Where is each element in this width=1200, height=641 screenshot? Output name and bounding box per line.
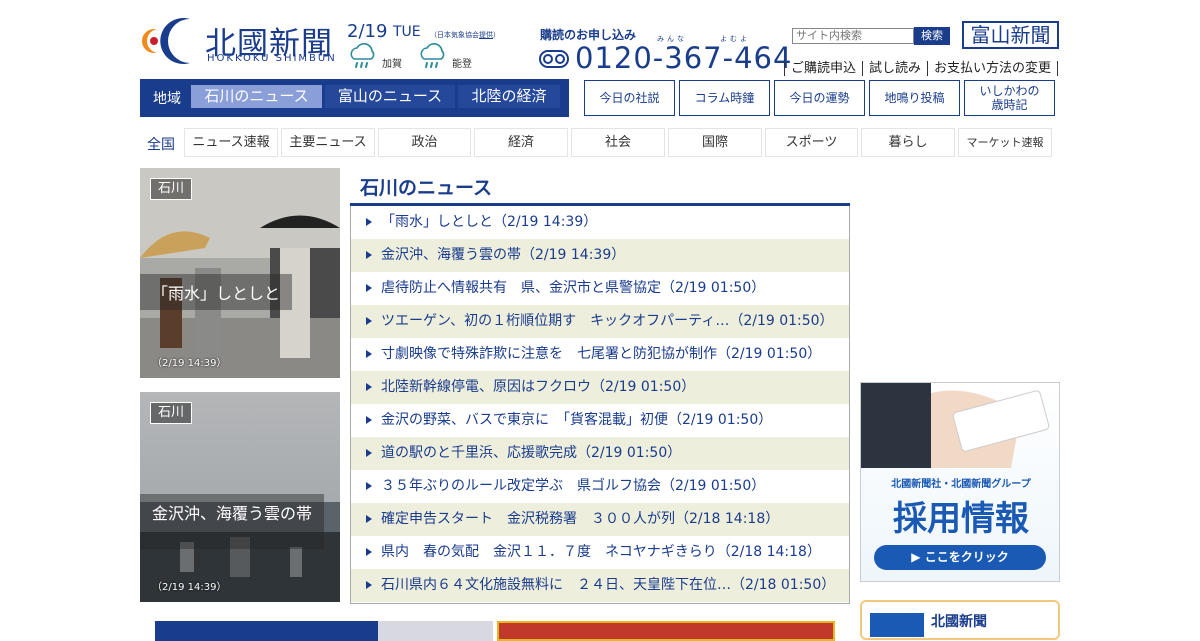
- nav-politics[interactable]: 政治: [378, 128, 471, 157]
- photo-timestamp: （2/19 14:39）: [152, 582, 227, 593]
- featured-photo-clouds[interactable]: 石川 金沢沖、海覆う雲の帯 （2/19 14:39）: [140, 392, 340, 602]
- news-item[interactable]: 道の駅のと千里浜、応援歌完成（2/19 01:50）: [351, 437, 849, 470]
- nav-international[interactable]: 国際: [668, 128, 762, 157]
- nav-reader-posts[interactable]: 地鳴り投稿: [869, 80, 960, 116]
- recruit-subtitle: 北國新聞社・北國新聞グループ: [891, 479, 1031, 490]
- subscription-phone[interactable]: 0120-367-464: [575, 41, 792, 75]
- nav-market[interactable]: マーケット速報: [958, 128, 1052, 157]
- nav-lifestyle[interactable]: 暮らし: [861, 128, 955, 157]
- tab-ishikawa-news[interactable]: 石川のニュース: [191, 85, 322, 108]
- logo-subtext: HOKKOKU SHIMBUN: [207, 53, 337, 64]
- weather-area-kaga: 加賀: [382, 59, 402, 70]
- weather-credit: （日本気象協会提供）: [430, 31, 500, 39]
- nav-breaking-news[interactable]: ニュース速報: [184, 128, 278, 157]
- region-nav-label: 地域: [153, 91, 181, 107]
- bottom-banner-left-image: [378, 621, 493, 641]
- nav-society[interactable]: 社会: [571, 128, 665, 157]
- news-item[interactable]: 寸劇映像で特殊詐欺に注意を 七尾署と防犯協が制作（2/19 01:50）: [351, 338, 849, 371]
- nav-economy[interactable]: 経済: [474, 128, 568, 157]
- news-item[interactable]: 金沢の野菜、バスで東京に 「貨客混載」初便（2/19 01:50）: [351, 404, 849, 437]
- news-item[interactable]: 県内 春の気配 金沢１１．７度 ネコヤナギきらり（2/18 14:18）: [351, 536, 849, 569]
- photo-timestamp: （2/19 14:39）: [152, 358, 227, 369]
- news-item[interactable]: 確定申告スタート 金沢税務署 ３００人が列（2/18 14:18）: [351, 503, 849, 536]
- current-date: 2/19: [347, 21, 388, 42]
- header-links: ご購読申込 試し読み お支払い方法の変更: [784, 57, 1059, 76]
- nav-fortune[interactable]: 今日の運勢: [774, 80, 865, 116]
- photo-caption[interactable]: 金沢沖、海覆う雲の帯: [140, 494, 325, 549]
- national-nav-label: 全国: [147, 137, 175, 153]
- recruit-banner[interactable]: 北國新聞社・北國新聞グループ 採用情報 ▶ ここをクリック: [860, 382, 1060, 582]
- bottom-banner-right[interactable]: [497, 621, 835, 641]
- link-subscribe[interactable]: ご購読申込: [784, 61, 863, 76]
- recruit-title: 採用情報: [893, 499, 1029, 539]
- photo-region-tag: 石川: [150, 178, 193, 200]
- featured-photo-rain[interactable]: 石川 「雨水」しとしと （2/19 14:39）: [140, 168, 340, 378]
- weather-credit-link[interactable]: 提供: [479, 31, 493, 39]
- link-payment-change[interactable]: お支払い方法の変更: [927, 61, 1059, 76]
- weather-area-noto: 能登: [452, 59, 472, 70]
- news-item[interactable]: 金沢沖、海覆う雲の帯（2/19 14:39）: [351, 239, 849, 272]
- nav-column-jisho[interactable]: コラム時鐘: [679, 80, 770, 116]
- nav-top-news[interactable]: 主要ニュース: [281, 128, 375, 157]
- news-item[interactable]: ツエーゲン、初の１桁順位期す キックオフパーティ…（2/19 01:50）: [351, 305, 849, 338]
- nav-editorial[interactable]: 今日の社説: [584, 80, 675, 116]
- rain-icon[interactable]: [347, 43, 377, 73]
- news-item[interactable]: 虐待防止へ情報共有 県、金沢市と県警協定（2/19 01:50）: [351, 272, 849, 305]
- rain-icon[interactable]: [417, 43, 447, 73]
- hokkoku-logo-icon[interactable]: [140, 17, 198, 65]
- tab-toyama-news[interactable]: 富山のニュース: [325, 85, 455, 108]
- photo-region-tag: 石川: [150, 402, 193, 424]
- news-item[interactable]: 「雨水」しとしと（2/19 14:39）: [351, 206, 849, 239]
- section-title: 石川のニュース: [360, 177, 493, 199]
- company-name: 北國新聞: [931, 614, 987, 630]
- current-weekday: TUE: [393, 24, 421, 40]
- nav-seasonal-calendar[interactable]: いしかわの 歳時記: [964, 80, 1055, 116]
- company-logo-icon: [870, 613, 924, 637]
- freedial-icon: [539, 50, 569, 68]
- recruit-click-button[interactable]: ▶ ここをクリック: [874, 545, 1046, 570]
- site-search-input[interactable]: [792, 28, 914, 44]
- tab-hokuriku-economy[interactable]: 北陸の経済: [458, 85, 560, 108]
- search-button[interactable]: 検索: [914, 27, 950, 45]
- news-item[interactable]: 北陸新幹線停電、原因はフクロウ（2/19 01:50）: [351, 371, 849, 404]
- news-item[interactable]: ３５年ぶりのルール改定学ぶ 県ゴルフ協会（2/19 01:50）: [351, 470, 849, 503]
- nav-sports[interactable]: スポーツ: [765, 128, 858, 157]
- photo-caption[interactable]: 「雨水」しとしと: [140, 274, 293, 310]
- news-list: 「雨水」しとしと（2/19 14:39） 金沢沖、海覆う雲の帯（2/19 14:…: [350, 206, 850, 604]
- news-item[interactable]: 石川県内６４文化施設無料に ２４日、天皇陛下在位…（2/18 01:50）: [351, 569, 849, 602]
- toyama-shimbun-link[interactable]: 富山新聞: [962, 21, 1059, 49]
- link-trial[interactable]: 試し読み: [862, 61, 928, 76]
